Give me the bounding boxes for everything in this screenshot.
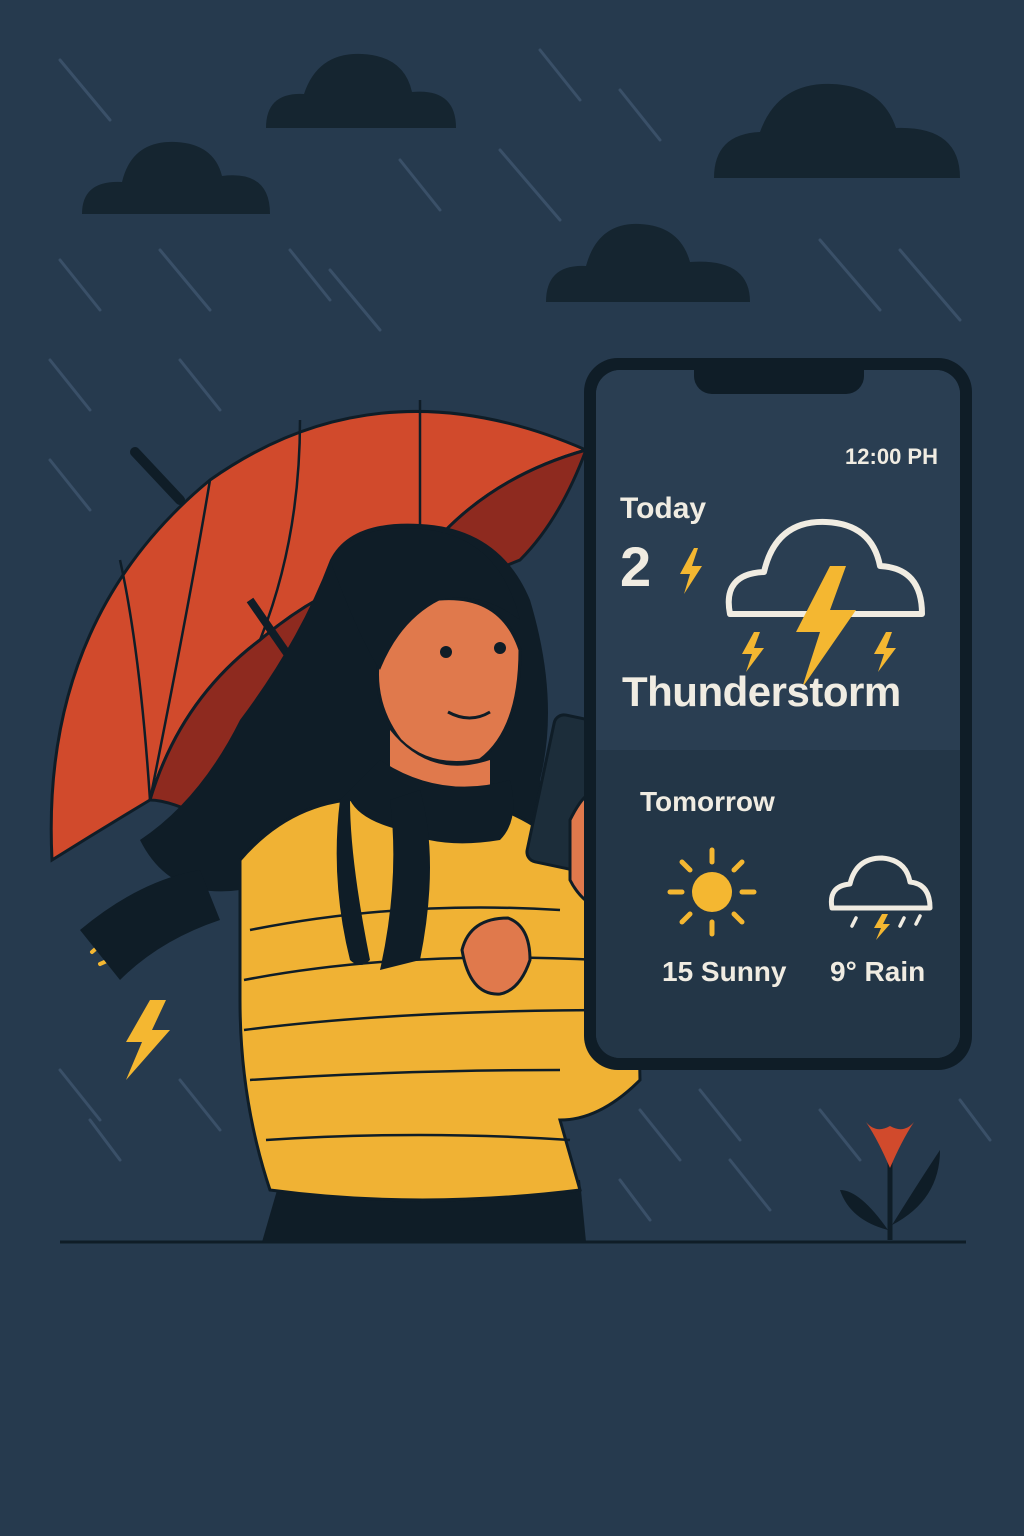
today-label: Today bbox=[620, 492, 707, 525]
weather-app-screen: 12:00 PH Today 2 Thunderstorm Tomorrow 1… bbox=[596, 370, 960, 1058]
thunderstorm-cloud-icon bbox=[725, 518, 925, 688]
small-lightning-icon bbox=[680, 548, 702, 594]
red-flower bbox=[840, 1122, 940, 1240]
phone-device: 12:00 PH Today 2 Thunderstorm Tomorrow 1… bbox=[584, 358, 972, 1070]
tomorrow-label: Tomorrow bbox=[640, 786, 775, 817]
today-temperature: 2 bbox=[620, 535, 652, 598]
sun-icon bbox=[667, 847, 757, 937]
today-condition: Thunderstorm bbox=[622, 668, 901, 715]
illustration-scene: 12:00 PH Today 2 Thunderstorm Tomorrow 1… bbox=[0, 0, 1024, 1536]
dark-clouds bbox=[82, 53, 960, 302]
rain-cloud-icon bbox=[828, 855, 933, 940]
today-panel: 12:00 PH Today 2 Thunderstorm bbox=[596, 370, 960, 750]
forecast-rain: 9° Rain bbox=[830, 956, 926, 987]
forecast-sunny: 15 Sunny bbox=[662, 956, 787, 987]
phone-notch bbox=[694, 370, 864, 394]
tomorrow-panel: Tomorrow 15 Sunny 9° Rain bbox=[596, 750, 960, 1058]
status-time: 12:00 PH bbox=[845, 444, 938, 469]
lightning-bolt-icon bbox=[126, 1000, 170, 1080]
